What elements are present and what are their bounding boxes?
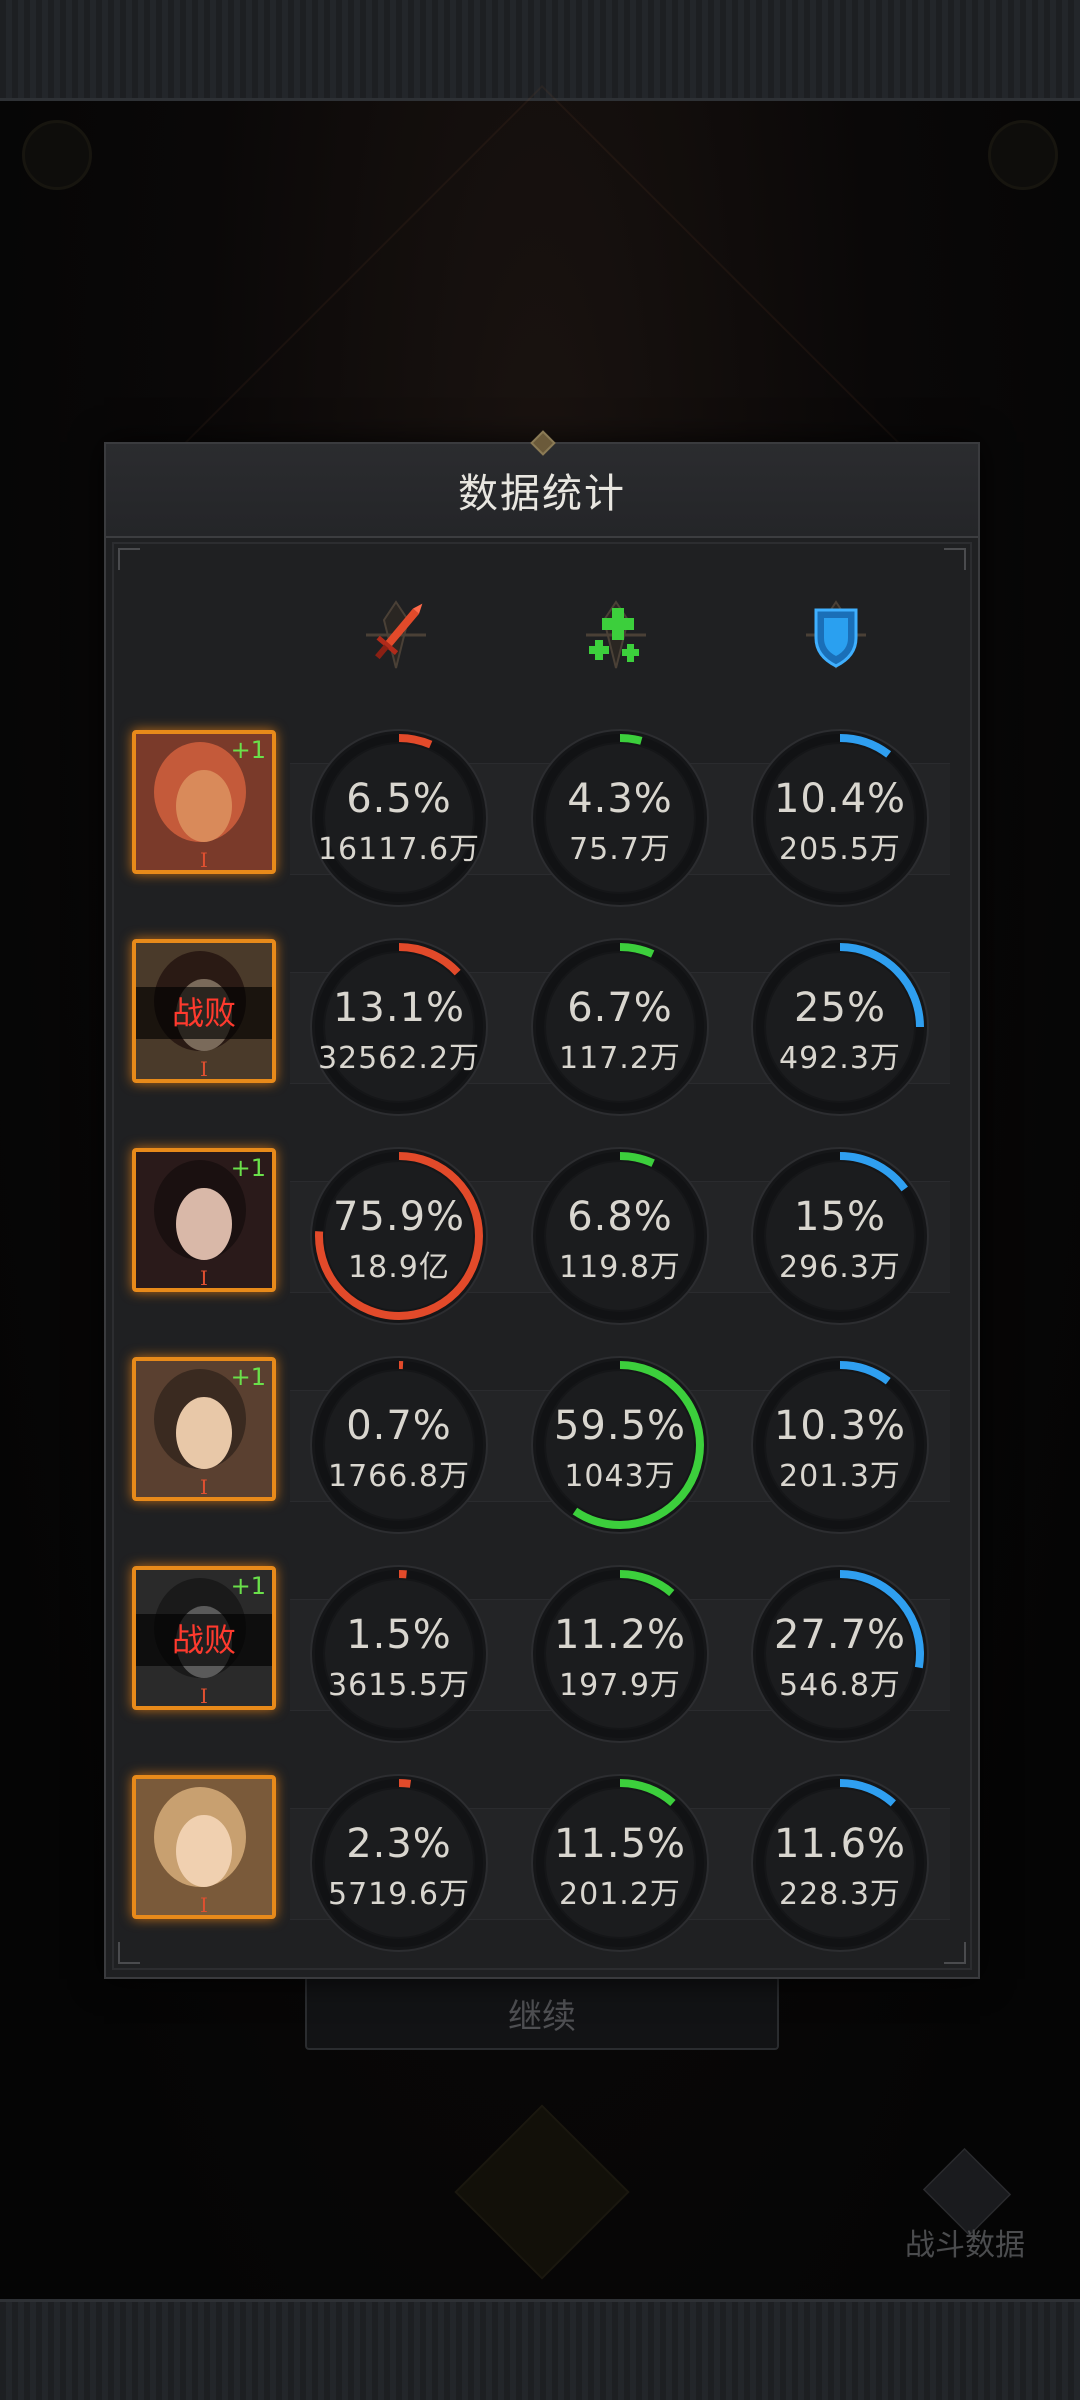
defense-stat-ring: 27.7% 546.8万	[750, 1564, 930, 1744]
hero-avatar[interactable]: +1 战败 I	[132, 1566, 276, 1710]
heal-stat-ring: 59.5% 1043万	[530, 1355, 710, 1535]
rank-numeral: I	[200, 1893, 208, 1917]
damage-amount: 16117.6万	[317, 832, 481, 867]
level-plus-badge: +1	[230, 1363, 266, 1391]
rank-numeral: I	[200, 848, 208, 872]
defense-percent: 10.3%	[773, 1403, 907, 1449]
damage-percent: 6.5%	[346, 776, 452, 822]
heal-stat-ring: 11.2% 197.9万	[530, 1564, 710, 1744]
damage-stat-ring: 1.5% 3615.5万	[309, 1564, 489, 1744]
defense-stat-ring: 11.6% 228.3万	[750, 1773, 930, 1953]
corner-ornament	[944, 1942, 966, 1964]
heal-amount: 201.2万	[559, 1877, 681, 1912]
center-emblem-icon	[454, 2104, 630, 2280]
heal-percent: 6.8%	[567, 1194, 673, 1240]
background-play-icon	[22, 120, 92, 190]
hero-avatar[interactable]: +1 I	[132, 1357, 276, 1501]
rank-numeral: I	[200, 1057, 208, 1081]
modal-title: 数据统计	[458, 471, 626, 517]
defense-amount: 492.3万	[779, 1041, 901, 1076]
damage-stat-ring: 13.1% 32562.2万	[309, 937, 489, 1117]
level-plus-badge: +1	[230, 1154, 266, 1182]
background-settings-icon	[988, 120, 1058, 190]
damage-percent: 0.7%	[346, 1403, 452, 1449]
rank-numeral: I	[200, 1266, 208, 1290]
heal-amount: 119.8万	[559, 1250, 681, 1285]
battle-data-label: 战斗数据	[905, 2228, 1025, 2263]
heal-percent: 6.7%	[567, 985, 673, 1031]
battle-result-screen: 继续 战斗数据 数据统计 +1 I 6.5% 16117.6万 4.3% 75.…	[0, 0, 1080, 2400]
heal-amount: 75.7万	[569, 832, 671, 867]
defeated-label: 战败	[136, 1614, 272, 1666]
defense-percent: 27.7%	[773, 1612, 907, 1658]
defense-stat-ring: 25% 492.3万	[750, 937, 930, 1117]
level-plus-badge: +1	[230, 736, 266, 764]
damage-percent: 75.9%	[332, 1194, 466, 1240]
battle-data-button[interactable]: 战斗数据	[900, 2147, 1030, 2263]
damage-amount: 5719.6万	[328, 1877, 470, 1912]
heal-percent: 59.5%	[553, 1403, 687, 1449]
damage-amount: 1766.8万	[328, 1459, 470, 1494]
level-plus-badge: +1	[230, 1572, 266, 1600]
corner-ornament	[118, 1942, 140, 1964]
defense-stat-ring: 10.4% 205.5万	[750, 728, 930, 908]
damage-stat-ring: 75.9% 18.9亿	[309, 1146, 489, 1326]
corner-ornament	[118, 548, 140, 570]
defense-percent: 11.6%	[773, 1821, 907, 1867]
defense-amount: 296.3万	[779, 1250, 901, 1285]
heal-stat-ring: 4.3% 75.7万	[530, 728, 710, 908]
defense-stat-ring: 15% 296.3万	[750, 1146, 930, 1326]
heal-amount: 1043万	[564, 1459, 676, 1494]
hero-avatar[interactable]: 战败 I	[132, 939, 276, 1083]
damage-amount: 18.9亿	[348, 1250, 450, 1285]
heal-amount: 117.2万	[559, 1041, 681, 1076]
corner-ornament	[944, 548, 966, 570]
heal-stat-ring: 6.8% 119.8万	[530, 1146, 710, 1326]
modal-header: 数据统计	[106, 430, 978, 538]
damage-percent: 13.1%	[332, 985, 466, 1031]
defense-amount: 205.5万	[779, 832, 901, 867]
continue-button[interactable]: 继续	[305, 1976, 779, 2050]
defense-amount: 546.8万	[779, 1668, 901, 1703]
defeated-label: 战败	[136, 987, 272, 1039]
defense-percent: 15%	[794, 1194, 886, 1240]
damage-percent: 2.3%	[346, 1821, 452, 1867]
heal-percent: 11.2%	[553, 1612, 687, 1658]
rank-numeral: I	[200, 1684, 208, 1708]
heal-percent: 11.5%	[553, 1821, 687, 1867]
rank-numeral: I	[200, 1475, 208, 1499]
heal-cross-icon	[566, 590, 666, 680]
damage-stat-ring: 6.5% 16117.6万	[309, 728, 489, 908]
bottom-decorative-band	[0, 2299, 1080, 2400]
defense-stat-ring: 10.3% 201.3万	[750, 1355, 930, 1535]
defense-amount: 201.3万	[779, 1459, 901, 1494]
damage-stat-ring: 2.3% 5719.6万	[309, 1773, 489, 1953]
heal-stat-ring: 6.7% 117.2万	[530, 937, 710, 1117]
heal-amount: 197.9万	[559, 1668, 681, 1703]
shield-icon	[786, 590, 886, 680]
hero-avatar[interactable]: +1 I	[132, 1148, 276, 1292]
hero-avatar[interactable]: I	[132, 1775, 276, 1919]
damage-stat-ring: 0.7% 1766.8万	[309, 1355, 489, 1535]
defense-percent: 10.4%	[773, 776, 907, 822]
damage-amount: 3615.5万	[328, 1668, 470, 1703]
hero-avatar[interactable]: +1 I	[132, 730, 276, 874]
defense-percent: 25%	[794, 985, 886, 1031]
heal-percent: 4.3%	[567, 776, 673, 822]
damage-amount: 32562.2万	[317, 1041, 481, 1076]
sword-icon	[346, 590, 446, 680]
heal-stat-ring: 11.5% 201.2万	[530, 1773, 710, 1953]
defense-amount: 228.3万	[779, 1877, 901, 1912]
damage-percent: 1.5%	[346, 1612, 452, 1658]
